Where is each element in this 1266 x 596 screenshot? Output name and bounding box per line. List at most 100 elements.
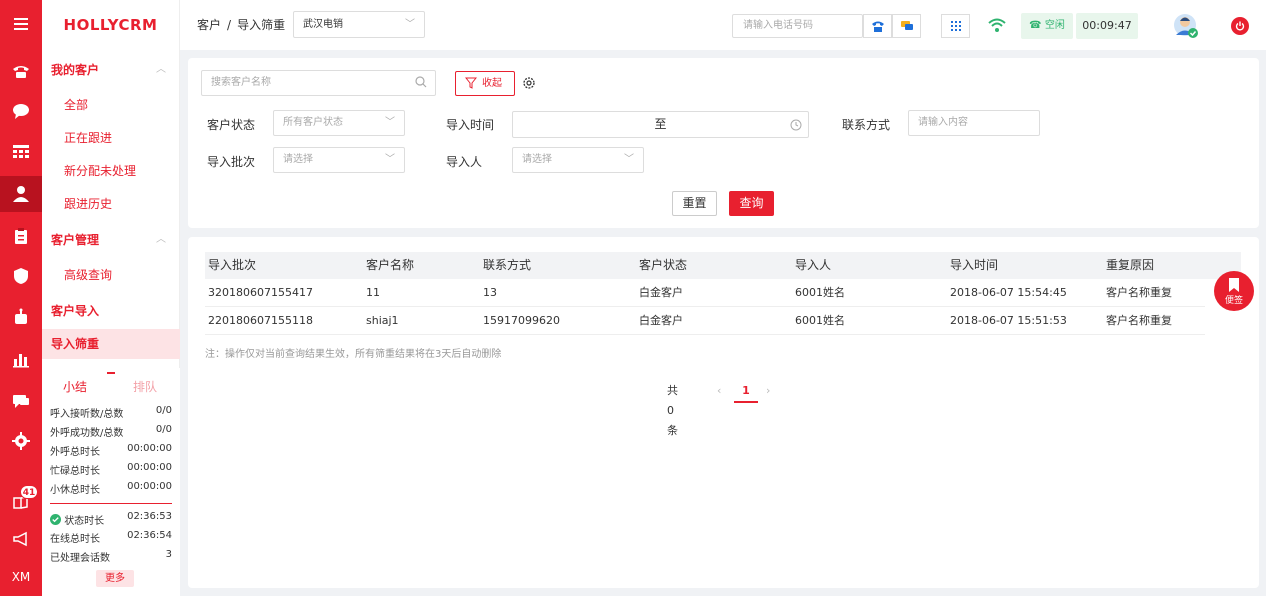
stat-row: 状态时长 02:36:53 xyxy=(50,511,172,527)
search-icon xyxy=(415,76,427,88)
table-row[interactable]: 320180607155417 11 13 白金客户 6001姓名 2018-0… xyxy=(205,279,1205,307)
filter-icon xyxy=(465,77,477,89)
wifi-icon xyxy=(988,18,1006,32)
clock-icon xyxy=(790,119,802,131)
stat-row: 呼入接听数/总数 0/0 xyxy=(50,405,172,420)
tab-summary[interactable]: 小结 xyxy=(63,378,87,395)
breadcrumb-current: 导入筛重 xyxy=(237,18,286,32)
reset-button[interactable]: 重置 xyxy=(672,191,717,216)
importer-select[interactable]: 请选择 ﹀ xyxy=(512,147,644,173)
icon-rail: 41 XM xyxy=(0,0,42,596)
filter-panel: 搜索客户名称 收起 客户状态 所有客户状态 ﹀ 导入时间 至 联系方式 请输入内容… xyxy=(188,58,1259,228)
table-header: 导入批次 客户名称 联系方式 客户状态 导入人 导入时间 重复原因 xyxy=(205,252,1241,279)
menu-item-import-dedup[interactable]: 导入筛重 xyxy=(42,329,180,359)
power-button[interactable] xyxy=(1231,17,1249,35)
comment-icon[interactable] xyxy=(0,383,42,419)
menu-item-following[interactable]: 正在跟进 xyxy=(42,123,180,153)
brand-logo: HOLLYCRM xyxy=(63,16,158,34)
collapse-filter-button[interactable]: 收起 xyxy=(455,71,515,96)
phone-input[interactable]: 请输入电话号码 xyxy=(732,14,863,38)
megaphone-icon[interactable] xyxy=(0,521,42,557)
menu-icon[interactable] xyxy=(0,6,42,42)
shield-icon[interactable] xyxy=(0,258,42,294)
call-button[interactable] xyxy=(863,14,892,38)
contact-label: 联系方式 xyxy=(842,118,891,132)
book-icon[interactable]: 41 xyxy=(0,483,42,519)
chat-bubble-icon xyxy=(900,21,913,30)
prev-page-button[interactable]: ‹ xyxy=(717,381,721,401)
top-header: 客户 / 导入筛重 武汉电销 ﹀ 请输入电话号码 ☎ 空闲 00:09:47 xyxy=(180,0,1266,50)
chevron-up-icon: ︿ xyxy=(156,234,166,245)
stat-row: 小休总时长 00:00:00 xyxy=(50,481,172,496)
power-icon xyxy=(1235,21,1245,31)
sticky-note-button[interactable]: 便签 xyxy=(1214,271,1254,311)
batch-select[interactable]: 请选择 ﹀ xyxy=(273,147,405,173)
robot-icon[interactable] xyxy=(0,299,42,335)
stat-row: 外呼总时长 00:00:00 xyxy=(50,443,172,458)
menu-group-my-customers[interactable]: 我的客户 ︿ xyxy=(42,55,180,85)
chevron-down-icon: ﹀ xyxy=(624,154,634,165)
menu-item-new-unhandled[interactable]: 新分配未处理 xyxy=(42,156,180,186)
tab-queue[interactable]: 排队 xyxy=(133,378,157,395)
org-select[interactable]: 武汉电销 ﹀ xyxy=(293,11,425,38)
bar-chart-icon[interactable] xyxy=(0,341,42,377)
customer-status-select[interactable]: 所有客户状态 ﹀ xyxy=(273,110,405,136)
check-circle-icon xyxy=(50,513,61,525)
import-time-range[interactable]: 至 xyxy=(512,111,809,138)
status-phone-icon: ☎ xyxy=(1029,20,1042,31)
column-header[interactable]: 导入批次 xyxy=(208,252,256,279)
batch-label: 导入批次 xyxy=(207,155,256,169)
message-button[interactable] xyxy=(892,14,921,38)
settings-gear-icon[interactable] xyxy=(522,76,536,90)
next-page-button[interactable]: › xyxy=(766,381,770,401)
stat-row: 已处理会话数 3 xyxy=(50,549,172,564)
agent-status[interactable]: ☎ 空闲 xyxy=(1021,13,1073,39)
menu-item-advanced-query[interactable]: 高级查询 xyxy=(42,260,180,290)
page-number[interactable]: 1 xyxy=(734,381,758,403)
phone-icon xyxy=(871,21,884,32)
stat-row: 外呼成功数/总数 0/0 xyxy=(50,424,172,439)
column-header[interactable]: 导入人 xyxy=(795,252,831,279)
query-button[interactable]: 查询 xyxy=(729,191,774,216)
bookmark-icon xyxy=(1229,278,1239,292)
chevron-down-icon: ﹀ xyxy=(385,117,395,128)
avatar[interactable] xyxy=(1173,13,1199,39)
stats-panel: 小结 排队 呼入接听数/总数 0/0 外呼成功数/总数 0/0 外呼总时长 00:00… xyxy=(42,368,180,596)
clipboard-icon[interactable] xyxy=(0,218,42,254)
table-note: 注：操作仅对当前查询结果生效，所有筛重结果将在3天后自动删除 xyxy=(205,349,502,360)
table-row[interactable]: 220180607155118 shiaj1 15917099620 白金客户 … xyxy=(205,307,1205,335)
stat-row: 忙碌总时长 00:00:00 xyxy=(50,462,172,477)
breadcrumb-parent[interactable]: 客户 xyxy=(197,18,221,32)
chevron-down-icon: ﹀ xyxy=(385,154,395,165)
dialpad-button[interactable] xyxy=(941,14,970,38)
user-icon[interactable] xyxy=(0,176,42,212)
call-timer: 00:09:47 xyxy=(1076,13,1138,39)
menu-item-follow-history[interactable]: 跟进历史 xyxy=(42,189,180,219)
pagination-total: 共 0 条 xyxy=(667,384,678,437)
grid-icon[interactable] xyxy=(0,134,42,170)
results-panel: 导入批次 客户名称 联系方式 客户状态 导入人 导入时间 重复原因 320180… xyxy=(188,237,1259,588)
more-button[interactable]: 更多 xyxy=(96,570,134,587)
menu-item-customer-import[interactable]: 客户导入 xyxy=(42,296,180,326)
column-header[interactable]: 客户状态 xyxy=(639,252,687,279)
notification-badge: 41 xyxy=(20,485,38,499)
contact-input[interactable]: 请输入内容 xyxy=(908,110,1040,136)
menu-item-all[interactable]: 全部 xyxy=(42,90,180,120)
chat-icon[interactable] xyxy=(0,93,42,129)
column-header[interactable]: 导入时间 xyxy=(950,252,998,279)
dialpad-icon xyxy=(950,21,961,31)
column-header[interactable]: 联系方式 xyxy=(483,252,531,279)
chevron-down-icon: ﹀ xyxy=(405,19,415,30)
column-header[interactable]: 客户名称 xyxy=(366,252,414,279)
menu-group-customer-management[interactable]: 客户管理 ︿ xyxy=(42,225,180,255)
breadcrumb: 客户 / 导入筛重 xyxy=(197,18,286,32)
import-time-label: 导入时间 xyxy=(446,118,495,132)
customer-search-input[interactable]: 搜索客户名称 xyxy=(201,70,436,96)
phone-icon[interactable] xyxy=(0,53,42,89)
drag-handle[interactable] xyxy=(107,372,115,375)
user-initials[interactable]: XM xyxy=(0,559,42,595)
column-header[interactable]: 重复原因 xyxy=(1106,252,1154,279)
customer-status-label: 客户状态 xyxy=(207,118,256,132)
gear-icon[interactable] xyxy=(0,423,42,459)
divider xyxy=(50,503,172,504)
